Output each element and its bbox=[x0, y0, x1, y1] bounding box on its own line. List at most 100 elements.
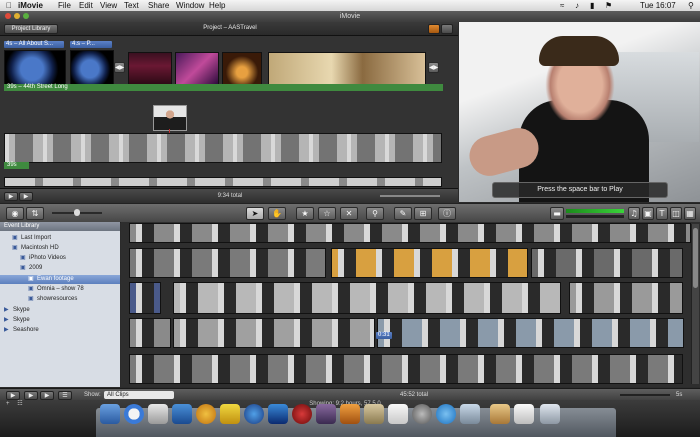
event-clip-strip[interactable] bbox=[129, 248, 326, 278]
event-clip-strip[interactable] bbox=[173, 282, 561, 314]
minimize-window-icon[interactable] bbox=[14, 13, 20, 19]
music-track-bar[interactable]: 39s – 44th Street Long bbox=[4, 84, 443, 91]
event-clip-strip[interactable] bbox=[377, 318, 684, 348]
textedit-icon[interactable] bbox=[388, 404, 408, 424]
music-icon[interactable]: ♫ bbox=[628, 207, 640, 220]
event-zoom-slider[interactable] bbox=[620, 394, 670, 396]
event-list-icon[interactable]: ☰ bbox=[58, 391, 72, 400]
mail-icon[interactable] bbox=[148, 404, 168, 424]
library-item[interactable]: ▣ Omnia – show 78 bbox=[0, 285, 120, 294]
play-icon[interactable]: ▶ bbox=[19, 192, 33, 201]
guitar-icon[interactable] bbox=[340, 404, 360, 424]
event-scrollbar[interactable] bbox=[691, 224, 699, 384]
transition-browser-icon[interactable]: ◫ bbox=[670, 207, 682, 220]
library-item[interactable]: ▣ showresources bbox=[0, 295, 120, 304]
library-item[interactable]: ▣ iPhoto Videos bbox=[0, 254, 120, 263]
menu-text[interactable]: Text bbox=[124, 0, 139, 11]
skype-icon[interactable] bbox=[436, 404, 456, 424]
add-event-icon[interactable]: + bbox=[6, 401, 10, 407]
safari-icon[interactable] bbox=[124, 404, 144, 424]
project-clip[interactable] bbox=[128, 52, 172, 86]
app-icon[interactable] bbox=[460, 404, 480, 424]
project-library-button[interactable]: Project Library bbox=[4, 24, 58, 34]
menu-view[interactable]: View bbox=[100, 0, 117, 11]
project-clip[interactable] bbox=[70, 50, 114, 88]
crop-hand-icon[interactable]: ✋ bbox=[268, 207, 286, 220]
app-menu[interactable]: iMovie bbox=[18, 0, 43, 11]
preview-app-icon[interactable] bbox=[364, 404, 384, 424]
library-item[interactable]: ▶ Seashore bbox=[0, 326, 120, 335]
keyword-icon[interactable]: ⚲ bbox=[366, 207, 384, 220]
event-clip-strip[interactable] bbox=[129, 354, 683, 384]
event-clip-strip[interactable] bbox=[129, 223, 691, 243]
event-clip-strip[interactable] bbox=[331, 248, 528, 278]
clock[interactable]: Tue 16:07 bbox=[640, 0, 676, 11]
preview-viewer[interactable]: Press the space bar to Play bbox=[459, 22, 700, 202]
menu-window[interactable]: Window bbox=[176, 0, 204, 11]
event-clip-strip[interactable] bbox=[531, 248, 683, 278]
volume-icon[interactable]: ♪ bbox=[575, 0, 579, 11]
imovie-dock-icon[interactable] bbox=[268, 404, 288, 424]
photo-app-icon[interactable] bbox=[316, 404, 336, 424]
project-clip[interactable] bbox=[268, 52, 426, 86]
split-view-icon[interactable]: ☷ bbox=[17, 401, 22, 407]
event-play-full-icon[interactable]: ▶ bbox=[6, 391, 20, 400]
disclosure-triangle-icon[interactable]: ▶ bbox=[4, 306, 10, 315]
pointer-icon[interactable]: ➤ bbox=[246, 207, 264, 220]
trash-icon[interactable] bbox=[540, 404, 560, 424]
ichat-icon[interactable] bbox=[196, 404, 216, 424]
zoom-window-icon[interactable] bbox=[23, 13, 29, 19]
photo-icon[interactable]: ▣ bbox=[642, 207, 654, 220]
event-clip-strip[interactable] bbox=[129, 282, 161, 314]
project-expand-icon[interactable] bbox=[441, 24, 453, 34]
music-app-icon[interactable] bbox=[292, 404, 312, 424]
text-icon[interactable]: T bbox=[656, 207, 668, 220]
disclosure-triangle-icon[interactable]: ▶ bbox=[4, 326, 10, 335]
apple-menu-icon[interactable]:  bbox=[6, 0, 12, 11]
network-icon[interactable] bbox=[244, 404, 264, 424]
menu-file[interactable]: File bbox=[58, 0, 71, 11]
battery-icon[interactable]: ▮ bbox=[590, 0, 594, 11]
crop-icon[interactable]: ⊞ bbox=[414, 207, 432, 220]
flag-icon[interactable]: ⚑ bbox=[605, 0, 612, 11]
wifi-icon[interactable]: ≈ bbox=[560, 0, 564, 11]
show-filter-select[interactable]: All Clips bbox=[104, 391, 174, 399]
info-icon[interactable]: ⓘ bbox=[438, 207, 456, 220]
project-clip[interactable] bbox=[175, 52, 219, 86]
event-clip-strip[interactable] bbox=[569, 282, 683, 314]
project-clip[interactable] bbox=[4, 50, 66, 88]
system-preferences-icon[interactable] bbox=[412, 404, 432, 424]
map-icon[interactable]: ▦ bbox=[684, 207, 696, 220]
project-clip[interactable] bbox=[222, 52, 262, 86]
library-item[interactable]: ▣ 2009 bbox=[0, 264, 120, 273]
downloads-stack-icon[interactable] bbox=[514, 404, 534, 424]
project-clip-partial[interactable] bbox=[4, 177, 442, 187]
adium-icon[interactable] bbox=[220, 404, 240, 424]
close-window-icon[interactable] bbox=[5, 13, 11, 19]
library-item[interactable]: ▣ Macintosh HD bbox=[0, 244, 120, 253]
event-clip-strip[interactable] bbox=[173, 318, 375, 348]
spotlight-icon[interactable]: ⚲ bbox=[688, 0, 694, 11]
swap-icon[interactable]: ⇅ bbox=[26, 207, 44, 220]
documents-stack-icon[interactable] bbox=[490, 404, 510, 424]
unmark-star-icon[interactable]: ☆ bbox=[318, 207, 336, 220]
transition-icon[interactable]: ◀▶ bbox=[428, 62, 439, 73]
menu-share[interactable]: Share bbox=[148, 0, 169, 11]
finder-icon[interactable] bbox=[100, 404, 120, 424]
library-item[interactable]: ▶ Skype bbox=[0, 316, 120, 325]
project-settings-icon[interactable] bbox=[428, 24, 440, 34]
camera-icon[interactable]: ◉ bbox=[6, 207, 24, 220]
project-clip-long[interactable] bbox=[4, 133, 442, 163]
library-item[interactable]: ▣ Ewan footage bbox=[0, 275, 120, 284]
project-zoom-slider[interactable] bbox=[380, 195, 440, 197]
event-play-selected-icon[interactable]: ▶ bbox=[40, 391, 54, 400]
event-scrollbar-thumb[interactable] bbox=[693, 228, 698, 288]
favorite-star-icon[interactable]: ★ bbox=[296, 207, 314, 220]
menu-edit[interactable]: Edit bbox=[79, 0, 93, 11]
play-full-icon[interactable]: ▶ bbox=[4, 192, 18, 201]
itunes-icon[interactable] bbox=[172, 404, 192, 424]
library-item[interactable]: ▣ Last Import bbox=[0, 234, 120, 243]
reject-x-icon[interactable]: ✕ bbox=[340, 207, 358, 220]
audio-meter-icon[interactable]: ▬ bbox=[550, 207, 564, 220]
library-item[interactable]: ▶ Skype bbox=[0, 306, 120, 315]
